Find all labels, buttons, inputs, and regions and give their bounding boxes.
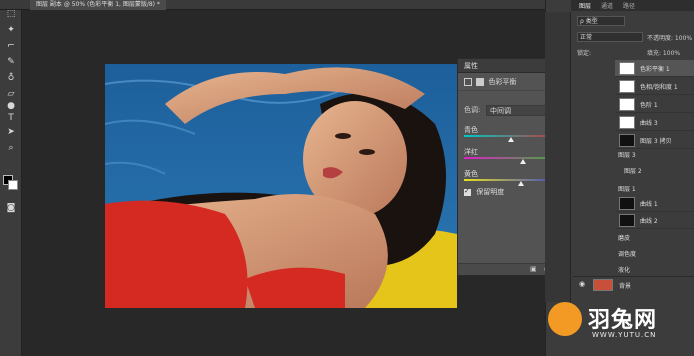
rabbit-logo-icon xyxy=(548,302,582,336)
layer-row[interactable]: 曲线 3 xyxy=(615,114,694,131)
watermark-title: 羽兔网 xyxy=(588,308,658,333)
layer-thumbnail xyxy=(619,80,635,93)
blend-mode-select[interactable]: 正常 xyxy=(577,32,643,42)
watermark-url: WWW.YUTU.CN xyxy=(592,331,657,339)
tools-panel: ⬚ ✦ ⌐ ✎ ♁ ▱ ● T ➤ ⌕ ◙ xyxy=(0,0,22,356)
layer-name: 背景 xyxy=(619,283,632,290)
group-tone[interactable]: 调色度 xyxy=(618,249,636,258)
tab-layers[interactable]: 图层 xyxy=(579,1,591,10)
preserve-checkbox[interactable] xyxy=(464,187,471,196)
dodge-icon[interactable]: ● xyxy=(5,100,17,112)
group-retouch[interactable]: 磨皮 xyxy=(618,233,630,242)
layer-thumbnail xyxy=(619,98,635,111)
layer-filter-select[interactable]: ρ 类型 xyxy=(577,16,625,26)
layer-name: 曲线 1 xyxy=(640,201,658,208)
layer-row[interactable]: 色彩平衡 1 xyxy=(615,60,694,77)
zoom-tool-icon[interactable]: ⌕ xyxy=(5,142,17,154)
document-tabbar: 图层 副本 @ 50% (色彩平衡 1, 图层蒙版/8) * xyxy=(0,0,545,10)
layers-tabs: 图层 通道 路径 xyxy=(571,0,694,11)
layer-thumbnail xyxy=(619,134,635,147)
slider-left-label: 洋红 xyxy=(464,148,478,156)
layer-row[interactable]: 曲线 2 xyxy=(615,212,694,229)
group-layer-3[interactable]: 图层 3 xyxy=(618,150,636,159)
layer-name: 曲线 2 xyxy=(640,218,658,225)
blend-row: 正常 不透明度: 100% xyxy=(573,32,692,43)
layer-thumbnail xyxy=(619,197,635,210)
tone-label: 色调: xyxy=(464,106,481,114)
layer-thumbnail xyxy=(593,279,613,291)
type-tool-icon[interactable]: T xyxy=(5,112,17,124)
slider-left-label: 黄色 xyxy=(464,170,478,178)
background-layer[interactable]: ◉ 背景 xyxy=(573,276,694,292)
properties-title: 属性 xyxy=(464,62,478,70)
watermark: 羽兔网 WWW.YUTU.CN xyxy=(540,298,694,356)
slider-left-label: 青色 xyxy=(464,126,478,134)
portrait-image xyxy=(105,64,457,308)
lock-row: 锁定: 填充: 100% xyxy=(573,47,691,58)
brush-icon[interactable]: ✎ xyxy=(5,56,17,68)
fill-label[interactable]: 填充: 100% xyxy=(647,48,680,57)
clone-stamp-icon[interactable]: ♁ xyxy=(5,72,17,84)
layer-thumbnail xyxy=(619,214,635,227)
layer-name: 图层 3 拷贝 xyxy=(640,138,672,145)
opacity-label[interactable]: 不透明度: 100% xyxy=(647,33,692,42)
adjustment-name: 色彩平衡 xyxy=(488,78,517,86)
tone-value: 中间调 xyxy=(490,107,511,115)
layer-row[interactable]: 图层 3 拷贝 xyxy=(615,132,694,149)
layer-thumbnail xyxy=(619,62,635,75)
layer-thumbnail xyxy=(619,116,635,129)
adjustment-icon xyxy=(464,78,472,86)
group-liquify[interactable]: 液化 xyxy=(618,265,630,274)
filter-row: ρ 类型 xyxy=(573,16,691,27)
layer-row[interactable]: 曲线 1 xyxy=(615,195,694,212)
layer-row[interactable]: 色阶 1 xyxy=(615,96,694,113)
tab-channels[interactable]: 通道 xyxy=(601,1,613,10)
layer-name: 色彩平衡 1 xyxy=(640,66,670,73)
layer-row[interactable]: 色相/饱和度 1 xyxy=(615,78,694,95)
canvas-photo[interactable] xyxy=(105,64,457,308)
mask-icon[interactable] xyxy=(476,78,485,86)
panel-icon-strip xyxy=(545,12,571,302)
slider-thumb[interactable] xyxy=(518,181,525,186)
lock-label: 锁定: xyxy=(577,50,592,57)
layer-name: 色阶 1 xyxy=(640,102,658,109)
group-layer-2[interactable]: 图层 2 xyxy=(624,166,642,175)
layer-name: 色相/饱和度 1 xyxy=(640,84,678,91)
quick-mask-icon[interactable]: ◙ xyxy=(5,202,17,214)
tab-paths[interactable]: 路径 xyxy=(623,1,635,10)
eye-icon[interactable]: ◉ xyxy=(579,280,585,288)
eraser-icon[interactable]: ▱ xyxy=(5,88,17,100)
path-selection-icon[interactable]: ➤ xyxy=(5,126,17,138)
background-color-swatch[interactable] xyxy=(8,180,18,190)
preserve-luminosity[interactable]: 保留明度 xyxy=(464,187,504,197)
preserve-label: 保留明度 xyxy=(476,188,505,196)
clip-icon[interactable]: ▣ xyxy=(530,265,537,273)
layer-name: 曲线 3 xyxy=(640,120,658,127)
slider-thumb[interactable] xyxy=(508,137,515,142)
group-layer-1[interactable]: 图层 1 xyxy=(618,184,636,193)
magic-wand-icon[interactable]: ✦ xyxy=(5,24,17,36)
eyedropper-icon[interactable]: ⌐ xyxy=(5,40,17,52)
document-tab[interactable]: 图层 副本 @ 50% (色彩平衡 1, 图层蒙版/8) * xyxy=(30,0,166,10)
slider-thumb[interactable] xyxy=(520,159,527,164)
